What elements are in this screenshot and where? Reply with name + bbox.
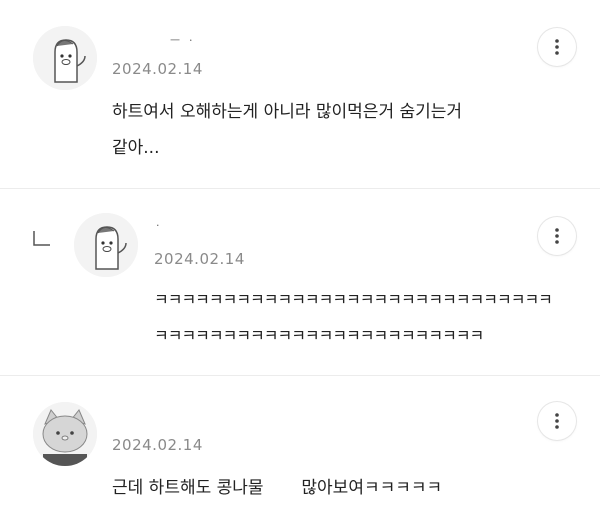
comment-text: ㅋㅋㅋㅋㅋㅋㅋㅋㅋㅋㅋㅋㅋㅋㅋㅋㅋㅋㅋㅋㅋㅋㅋㅋㅋㅋㅋㅋㅋ ㅋㅋㅋㅋㅋㅋㅋㅋㅋㅋ…	[154, 290, 553, 345]
comment-text: 하트여서 오해하는게 아니라 많이먹은거 숨기는거 같아...	[112, 102, 463, 158]
more-vertical-icon	[555, 39, 559, 55]
avatar[interactable]	[33, 402, 97, 466]
author-name: ㅡ ㆍ	[170, 34, 197, 47]
more-options-button[interactable]	[538, 402, 576, 440]
comment-item-2: · 2024.02.14 ㅋㅋㅋㅋㅋㅋㅋㅋㅋㅋㅋㅋㅋㅋㅋㅋㅋㅋㅋㅋㅋㅋㅋㅋㅋㅋㅋ…	[0, 189, 600, 375]
comment-date: 2024.02.14	[154, 250, 245, 268]
more-vertical-icon	[555, 228, 559, 244]
more-options-button[interactable]	[538, 28, 576, 66]
avatar[interactable]	[33, 26, 97, 90]
comment-text: 근데 하트해도 콩나물 많아보여ㅋㅋㅋㅋㅋ	[112, 478, 443, 498]
more-vertical-icon	[555, 413, 559, 429]
reply-arrow-icon	[33, 231, 50, 246]
comment-item-1: ㅡ ㆍ 2024.02.14 하트여서 오해하는게 아니라 많이먹은거 숨기는거…	[0, 0, 600, 188]
comment-date: 2024.02.14	[112, 436, 203, 454]
comment-item-3: 2024.02.14 근데 하트해도 콩나물 많아보여ㅋㅋㅋㅋㅋ	[0, 376, 600, 520]
avatar[interactable]	[74, 213, 138, 277]
comment-date: 2024.02.14	[112, 60, 203, 78]
author-name: ·	[156, 219, 161, 232]
more-options-button[interactable]	[538, 217, 576, 255]
